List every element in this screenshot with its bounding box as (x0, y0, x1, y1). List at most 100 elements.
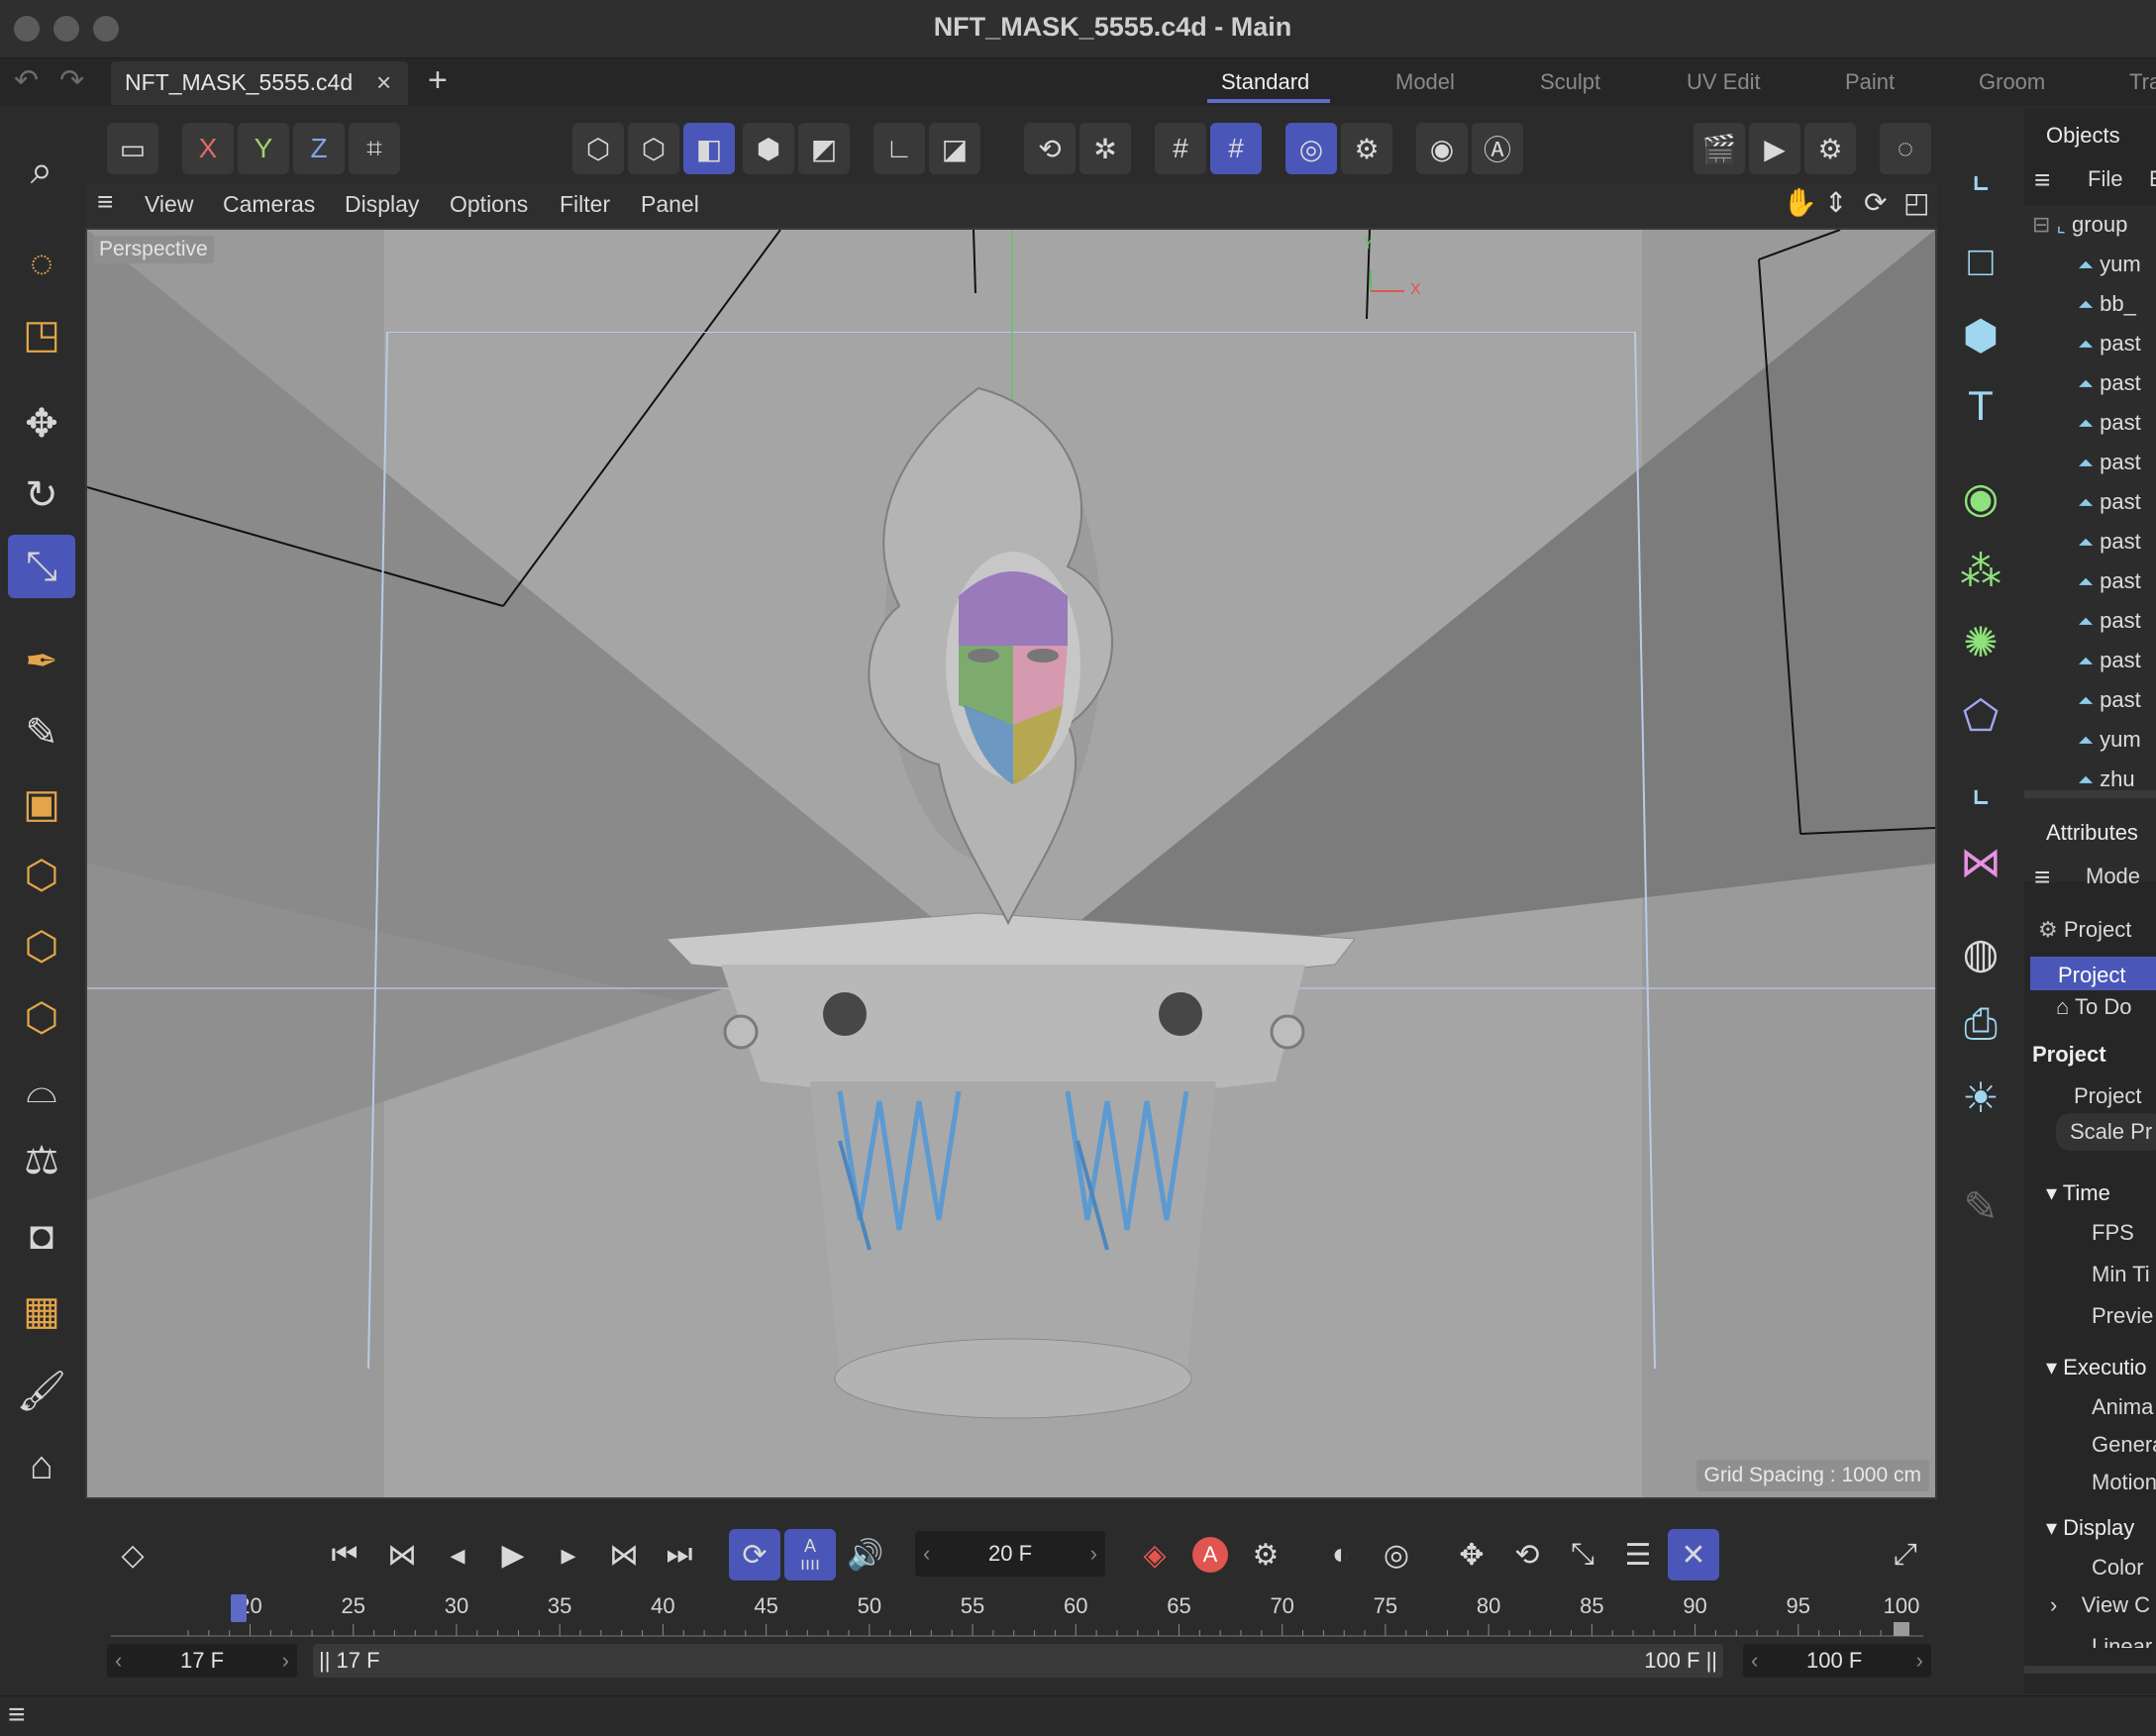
animation-mode-icon[interactable]: Aıııı (784, 1529, 836, 1581)
effector-icon[interactable]: ✺ (1947, 610, 2014, 673)
previous-frame-icon[interactable]: ◂ (432, 1529, 483, 1581)
cube-primitive-icon[interactable]: ⬡ (8, 844, 75, 907)
attributes-menu-mode[interactable]: Mode (2086, 864, 2140, 889)
object-row[interactable]: ⏶ past (2078, 450, 2141, 475)
polygons-mode-icon[interactable]: ◧ (683, 123, 735, 174)
sound-icon[interactable]: 🔊 (840, 1529, 891, 1581)
previous-key-icon[interactable]: ⋈ (376, 1529, 428, 1581)
attributes-panel-title[interactable]: Attributes (2046, 820, 2138, 846)
key-param-icon[interactable]: ☰ (1612, 1529, 1664, 1581)
3d-viewport[interactable]: Perspective Y X Grid Spacing : 1000 cm (85, 228, 1937, 1499)
camera-label[interactable]: Perspective (93, 236, 214, 263)
objects-menu-file[interactable]: File (2088, 166, 2122, 192)
symmetry-icon[interactable]: ◎ (1285, 123, 1337, 174)
model-mode-icon[interactable]: ⬢ (743, 123, 794, 174)
attributes-scrollbar[interactable] (2024, 1666, 2156, 1674)
playhead[interactable] (230, 1594, 247, 1622)
extrude-icon[interactable]: ⬡ (8, 915, 75, 978)
project-tab[interactable]: ⚙ Project (2038, 917, 2131, 943)
project-subtab-selected[interactable]: Project (2030, 957, 2156, 990)
layout-tab-uv-edit[interactable]: UV Edit (1687, 69, 1761, 95)
layout-tab-groom[interactable]: Groom (1979, 69, 2045, 95)
layout-tab-standard[interactable]: Standard (1221, 69, 1309, 95)
object-row[interactable]: ⏶ past (2078, 410, 2141, 436)
object-row[interactable]: ⏶ past (2078, 489, 2141, 515)
solo-mode-icon[interactable]: ◪ (929, 123, 980, 174)
render-settings-icon[interactable]: ⚙ (1804, 123, 1856, 174)
section-display[interactable]: ▾ Display (2046, 1515, 2134, 1541)
object-row[interactable]: ⏶ past (2078, 687, 2141, 713)
record-keys-icon[interactable]: ◈ (1129, 1529, 1181, 1581)
timeline-open-icon[interactable]: ⤢ (1880, 1529, 1931, 1581)
key-settings-icon[interactable]: ⚙ (1240, 1529, 1291, 1581)
live-selection-icon[interactable]: ◌ (8, 232, 75, 295)
next-frame-icon[interactable]: ▸ (543, 1529, 594, 1581)
cube-object-icon[interactable]: ⬢ (1947, 303, 2014, 366)
last-tool-icon[interactable]: ▭ (107, 123, 158, 174)
key-rotation-icon[interactable]: ⟲ (1501, 1529, 1553, 1581)
object-row[interactable]: ⏶ yum (2078, 727, 2141, 753)
subdivision-surface-icon[interactable]: ◉ (1947, 465, 2014, 529)
key-scale-icon[interactable]: ⤡ (1557, 1529, 1608, 1581)
status-menu-icon[interactable]: ≡ (8, 1698, 26, 1732)
attributes-menu-icon[interactable]: ≡ (2034, 862, 2050, 893)
play-icon[interactable]: ▶ (487, 1529, 539, 1581)
viewport-hamburger-icon[interactable]: ≡ (97, 186, 113, 218)
render-to-picture-viewer-icon[interactable]: ▶ (1749, 123, 1800, 174)
current-frame-field[interactable]: ‹ 20 F › (915, 1531, 1105, 1577)
camera-icon[interactable]: ⎙ (1947, 992, 2014, 1056)
next-key-icon[interactable]: ⋈ (598, 1529, 650, 1581)
menu-panel[interactable]: Panel (641, 191, 699, 218)
dolly-view-icon[interactable]: ⇕ (1824, 186, 1847, 219)
pan-view-icon[interactable]: ✋ (1783, 186, 1817, 219)
null-object-icon[interactable]: ⌞ (1947, 141, 2014, 204)
bevel-icon[interactable]: ⬡ (8, 986, 75, 1050)
view-clipping-row[interactable]: › View C (2050, 1592, 2150, 1618)
auto-key-icon[interactable]: Ⓐ (1472, 123, 1523, 174)
object-row[interactable]: ⏶ bb_ (2078, 291, 2136, 317)
paint-tool-icon[interactable]: ⌂ (8, 1434, 75, 1497)
workplane-snap-icon[interactable]: # (1210, 123, 1262, 174)
objects-menu-icon[interactable]: ≡ (2034, 164, 2050, 196)
panel-splitter[interactable] (2024, 790, 2156, 798)
render-view-icon[interactable]: 🎬 (1694, 123, 1745, 174)
key-interpolation-icon[interactable]: ◎ (1371, 1529, 1422, 1581)
add-tab-button[interactable]: + (428, 61, 448, 100)
scale-project-button[interactable]: Scale Pr (2056, 1113, 2156, 1151)
object-row[interactable]: ⏶ zhu (2078, 766, 2135, 786)
key-pla-icon[interactable]: ✕ (1668, 1529, 1719, 1581)
object-row-group[interactable]: ⊟ ⌞ group (2032, 212, 2127, 238)
key-position-icon[interactable]: ✥ (1446, 1529, 1497, 1581)
redo-icon[interactable]: ↷ (59, 63, 84, 98)
box-selection-icon[interactable]: ◳ (8, 303, 75, 366)
range-end-field[interactable]: ‹ 100 F › (1743, 1644, 1931, 1678)
section-execution[interactable]: ▾ Executio (2046, 1355, 2147, 1380)
redshift-icon[interactable]: ◌ (1880, 123, 1931, 174)
range-start-field[interactable]: ‹ 17 F › (107, 1644, 297, 1678)
search-icon[interactable]: ⌕ (8, 139, 75, 202)
objects-menu-edit[interactable]: E (2149, 166, 2156, 192)
polygon-pen-icon[interactable]: ▣ (8, 772, 75, 836)
environment-icon[interactable]: ◍ (1947, 921, 2014, 984)
close-tab-icon[interactable]: × (376, 67, 391, 98)
keyframe-selection-icon[interactable]: ◐ (1315, 1529, 1367, 1581)
maximize-view-icon[interactable]: ◰ (1903, 186, 1929, 219)
rotate-tool-icon[interactable]: ↻ (8, 463, 75, 527)
spline-pen-icon[interactable]: ✎ (8, 701, 75, 765)
z-axis-lock-button[interactable]: Z (293, 123, 345, 174)
preview-range-bar[interactable]: || 17 F 100 F || (313, 1644, 1723, 1678)
layout-tab-model[interactable]: Model (1395, 69, 1455, 95)
axis-mode-icon[interactable]: ∟ (873, 123, 925, 174)
texture-mode-icon[interactable]: ◩ (798, 123, 850, 174)
spline-rectangle-icon[interactable]: □ (1947, 230, 2014, 293)
menu-view[interactable]: View (145, 191, 193, 218)
field-icon[interactable]: ⋈ (1947, 830, 2014, 893)
objects-panel-title[interactable]: Objects (2046, 123, 2120, 149)
brush-tool-icon[interactable]: 🖌 (8, 1359, 75, 1422)
menu-options[interactable]: Options (450, 191, 528, 218)
bridge-icon[interactable]: ⌓ (8, 1058, 75, 1121)
undo-icon[interactable]: ↶ (14, 63, 39, 98)
object-row[interactable]: ⏶ past (2078, 370, 2141, 396)
knife-tool-icon[interactable]: ▦ (8, 1279, 75, 1343)
decrement-frame-icon[interactable]: ‹ (923, 1541, 930, 1567)
